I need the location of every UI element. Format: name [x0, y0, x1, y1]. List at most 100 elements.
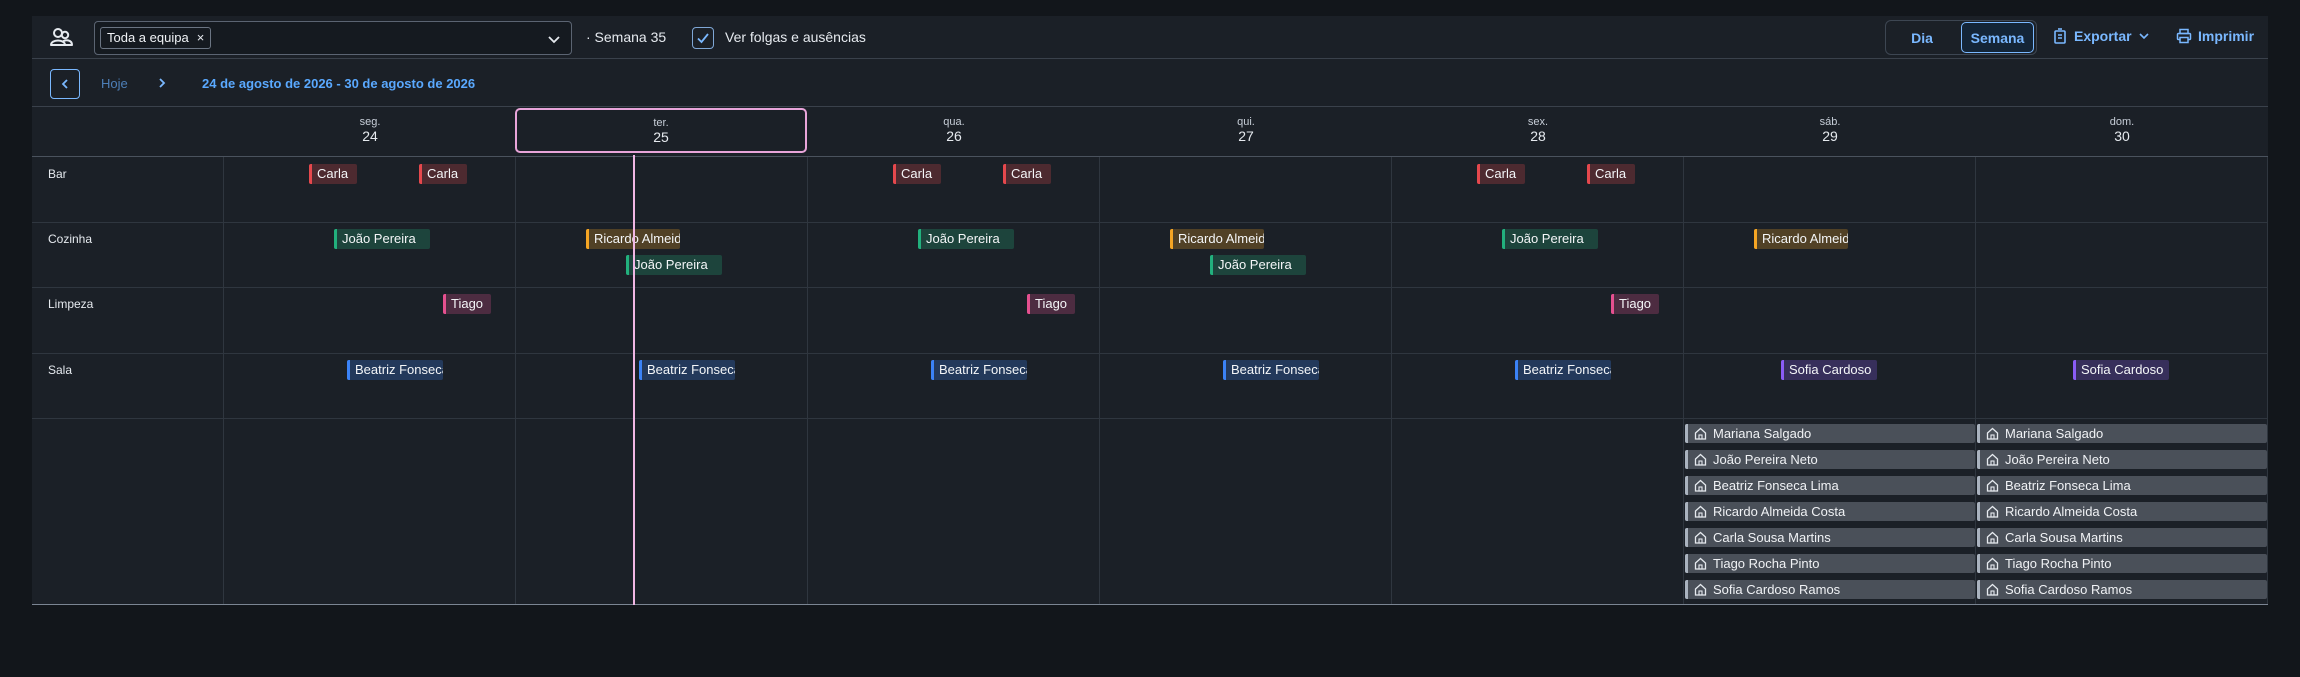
- day-header-30[interactable]: dom. 30: [1976, 107, 2268, 156]
- shift-limpeza[interactable]: Tiago: [1027, 294, 1075, 314]
- absence-item[interactable]: Tiago Rocha Pinto: [1685, 554, 1975, 573]
- column-divider: [2267, 157, 2268, 605]
- shift-cozinha[interactable]: João Pereira: [334, 229, 430, 249]
- shift-cozinha[interactable]: João Pereira: [1210, 255, 1306, 275]
- column-divider: [1683, 157, 1684, 605]
- check-icon: [697, 33, 709, 44]
- row-label-sala: Sala: [48, 363, 73, 377]
- shift-sala[interactable]: Beatriz Fonseca: [1223, 360, 1319, 380]
- absence-item[interactable]: Ricardo Almeida Costa: [1977, 502, 2267, 521]
- shift-sala[interactable]: Beatriz Fonseca: [639, 360, 735, 380]
- export-icon: [2054, 28, 2066, 44]
- shift-bar[interactable]: Carla: [1587, 164, 1635, 184]
- absence-item[interactable]: Mariana Salgado: [1977, 424, 2267, 443]
- shift-cozinha[interactable]: Ricardo Almeida: [1754, 229, 1848, 249]
- shift-bar[interactable]: Carla: [893, 164, 941, 184]
- day-number: 27: [1238, 128, 1254, 144]
- absence-name: Ricardo Almeida Costa: [1713, 504, 1846, 519]
- day-header-25[interactable]: ter. 25: [515, 108, 807, 153]
- absence-name: Mariana Salgado: [2005, 426, 2104, 441]
- home-icon: [1694, 583, 1707, 596]
- day-header-29[interactable]: sáb. 29: [1684, 107, 1976, 156]
- row-divider: [32, 418, 2268, 419]
- row-divider: [32, 353, 2268, 354]
- absences-checkbox[interactable]: [692, 27, 714, 49]
- export-button[interactable]: Exportar: [2052, 28, 2150, 44]
- home-icon: [1694, 505, 1707, 518]
- home-icon: [1694, 427, 1707, 440]
- shift-limpeza[interactable]: Tiago: [1611, 294, 1659, 314]
- shift-cozinha[interactable]: João Pereira: [918, 229, 1014, 249]
- shift-cozinha[interactable]: Ricardo Almeida: [1170, 229, 1264, 249]
- chevron-right-icon: [159, 78, 166, 88]
- row-divider: [32, 222, 2268, 223]
- day-number: 30: [2114, 128, 2130, 144]
- shift-sala[interactable]: Beatriz Fonseca: [347, 360, 443, 380]
- absence-item[interactable]: Mariana Salgado: [1685, 424, 1975, 443]
- chevron-left-icon: [61, 79, 68, 89]
- absences-checkbox-label[interactable]: Ver folgas e ausências: [725, 29, 866, 45]
- absence-item[interactable]: João Pereira Neto: [1685, 450, 1975, 469]
- home-icon: [1986, 479, 1999, 492]
- day-header-27[interactable]: qui. 27: [1100, 107, 1392, 156]
- date-navigation: Hoje 24 de agosto de 2026 - 30 de agosto…: [32, 59, 2268, 107]
- column-divider: [807, 157, 808, 605]
- print-button[interactable]: Imprimir: [2176, 28, 2254, 44]
- shift-cozinha[interactable]: João Pereira: [626, 255, 722, 275]
- team-token: Toda a equipa ×: [100, 27, 212, 49]
- today-button[interactable]: Hoje: [101, 76, 128, 91]
- next-week-button[interactable]: [156, 76, 168, 95]
- current-time-indicator: [633, 155, 635, 605]
- previous-week-button[interactable]: [50, 69, 80, 99]
- home-icon: [1986, 427, 1999, 440]
- home-icon: [1694, 453, 1707, 466]
- absence-name: Tiago Rocha Pinto: [2005, 556, 2112, 571]
- shift-cozinha[interactable]: João Pereira: [1502, 229, 1598, 249]
- absence-name: Ricardo Almeida Costa: [2005, 504, 2138, 519]
- chevron-down-icon: [2139, 33, 2149, 40]
- absence-item[interactable]: Tiago Rocha Pinto: [1977, 554, 2267, 573]
- shift-limpeza[interactable]: Tiago: [443, 294, 491, 314]
- week-label: · Semana 35: [586, 29, 667, 45]
- close-icon[interactable]: ×: [197, 28, 205, 48]
- day-name: sex.: [1527, 116, 1549, 128]
- view-week-button[interactable]: Semana: [1961, 22, 2034, 53]
- team-icon[interactable]: [48, 25, 74, 49]
- day-header-26[interactable]: qua. 26: [808, 107, 1100, 156]
- shift-sala[interactable]: Beatriz Fonseca: [931, 360, 1027, 380]
- chevron-down-icon[interactable]: [547, 32, 561, 46]
- week-grid: seg. 24 ter. 25 qua. 26 qui. 27 sex. 28 sáb. 29 dom.…: [32, 107, 2268, 605]
- row-divider: [32, 287, 2268, 288]
- day-name: dom.: [2109, 116, 2135, 128]
- absence-name: Beatriz Fonseca Lima: [2005, 478, 2131, 493]
- home-icon: [1694, 557, 1707, 570]
- absence-name: João Pereira Neto: [2005, 452, 2110, 467]
- view-day-button[interactable]: Dia: [1886, 21, 1958, 54]
- absence-item[interactable]: Beatriz Fonseca Lima: [1685, 476, 1975, 495]
- absence-name: Sofia Cardoso Ramos: [1713, 582, 1841, 597]
- absence-item[interactable]: Sofia Cardoso Ramos: [1685, 580, 1975, 599]
- shift-bar[interactable]: Carla: [1477, 164, 1525, 184]
- absence-item[interactable]: Carla Sousa Martins: [1977, 528, 2267, 547]
- absence-item[interactable]: Beatriz Fonseca Lima: [1977, 476, 2267, 495]
- absence-item[interactable]: Ricardo Almeida Costa: [1685, 502, 1975, 521]
- shift-bar[interactable]: Carla: [419, 164, 467, 184]
- day-header-24[interactable]: seg. 24: [224, 107, 516, 156]
- scheduler-app: Toda a equipa × · Semana 35 Ver folgas e…: [32, 16, 2268, 605]
- absence-item[interactable]: Sofia Cardoso Ramos: [1977, 580, 2267, 599]
- shift-sala[interactable]: Sofia Cardoso: [2073, 360, 2169, 380]
- day-header-28[interactable]: sex. 28: [1392, 107, 1684, 156]
- shift-sala[interactable]: Beatriz Fonseca: [1515, 360, 1611, 380]
- header-divider: [32, 156, 2268, 157]
- absence-item[interactable]: João Pereira Neto: [1977, 450, 2267, 469]
- shift-bar[interactable]: Carla: [1003, 164, 1051, 184]
- home-icon: [1986, 531, 1999, 544]
- view-switch: Dia Semana: [1885, 20, 2037, 55]
- shift-sala[interactable]: Sofia Cardoso: [1781, 360, 1877, 380]
- day-number: 28: [1530, 128, 1546, 144]
- absence-name: Sofia Cardoso Ramos: [2005, 582, 2133, 597]
- shift-bar[interactable]: Carla: [309, 164, 357, 184]
- home-icon: [1986, 505, 1999, 518]
- absence-item[interactable]: Carla Sousa Martins: [1685, 528, 1975, 547]
- team-filter-select[interactable]: Toda a equipa ×: [94, 21, 572, 55]
